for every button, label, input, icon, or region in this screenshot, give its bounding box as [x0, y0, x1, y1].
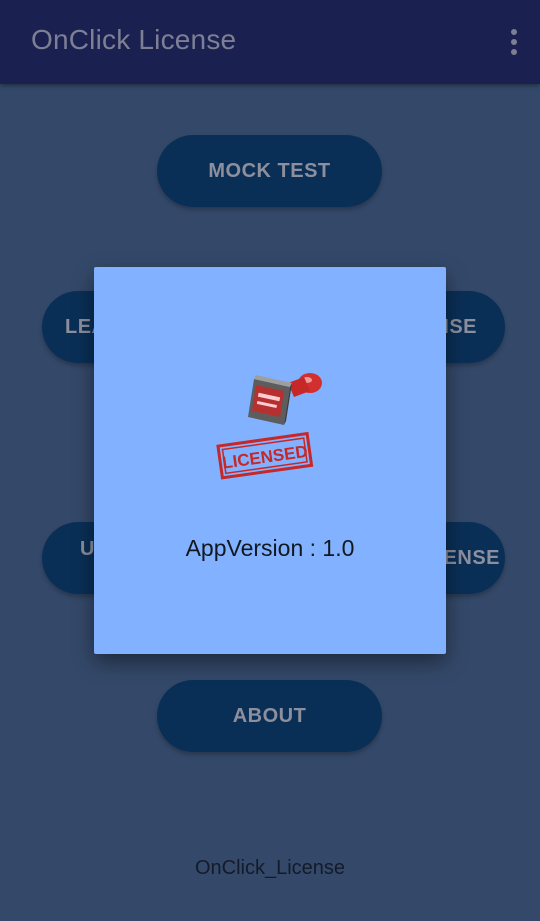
about-dialog: LICENSED AppVersion : 1.0	[94, 267, 446, 654]
app-title: OnClick License	[31, 24, 237, 55]
about-button[interactable]: ABOUT	[157, 680, 382, 752]
mock-test-button[interactable]: MOCK TEST	[157, 135, 382, 207]
licensed-stamp-icon: LICENSED	[216, 373, 322, 480]
more-dot	[511, 39, 517, 45]
footer-label: OnClick_License	[194, 857, 346, 879]
more-dot	[511, 29, 517, 35]
more-dot	[511, 49, 517, 55]
more-vert-icon[interactable]	[510, 29, 518, 55]
app-version-text: AppVersion : 1.0	[185, 535, 355, 561]
app-bar: OnClick License	[0, 0, 540, 84]
